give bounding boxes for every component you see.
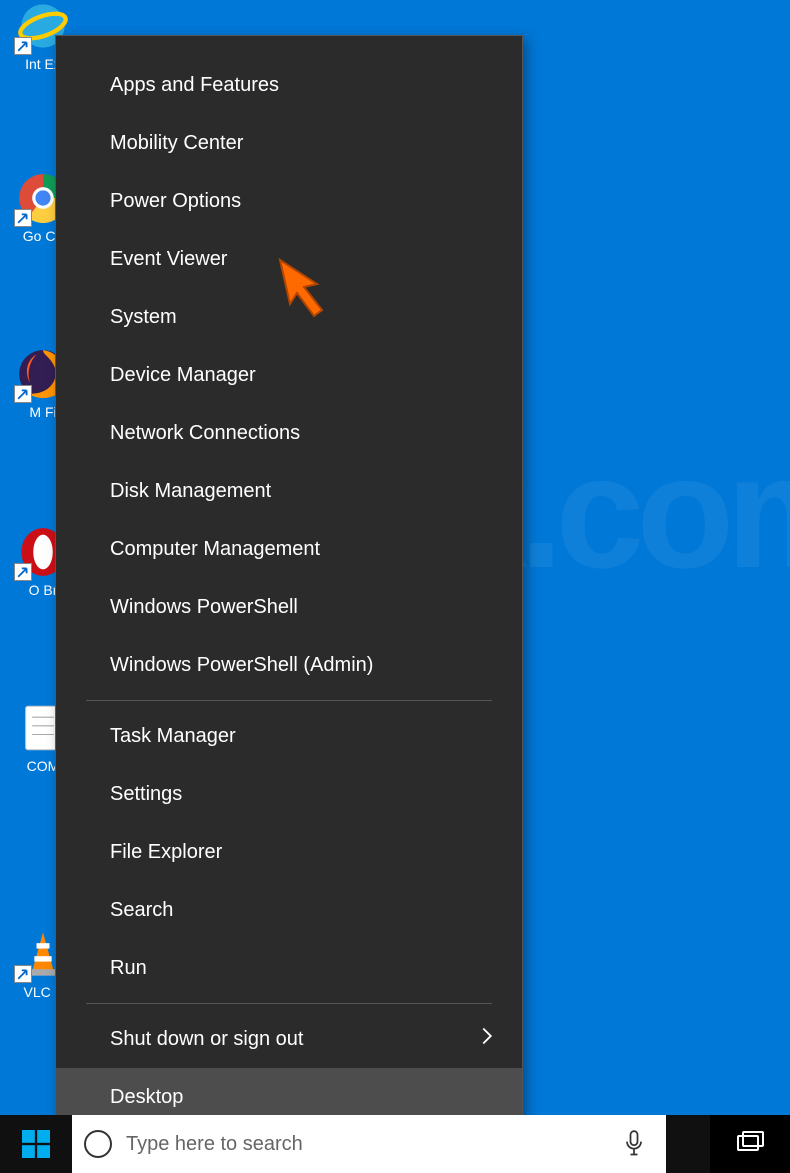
menu-item-label: Settings [110, 783, 182, 806]
menu-item-label: Disk Management [110, 480, 271, 503]
menu-disk-management[interactable]: Disk Management [56, 462, 522, 520]
menu-file-explorer[interactable]: File Explorer [56, 823, 522, 881]
shortcut-arrow-icon [14, 563, 32, 581]
menu-windows-powershell[interactable]: Windows PowerShell [56, 578, 522, 636]
shortcut-arrow-icon [14, 37, 32, 55]
menu-network-connections[interactable]: Network Connections [56, 404, 522, 462]
menu-settings[interactable]: Settings [56, 765, 522, 823]
menu-system[interactable]: System [56, 288, 522, 346]
menu-item-label: Shut down or sign out [110, 1028, 303, 1051]
menu-item-label: Run [110, 957, 147, 980]
shortcut-arrow-icon [14, 209, 32, 227]
shortcut-arrow-icon [14, 965, 32, 983]
menu-item-label: Search [110, 899, 173, 922]
menu-computer-management[interactable]: Computer Management [56, 520, 522, 578]
menu-device-manager[interactable]: Device Manager [56, 346, 522, 404]
winx-context-menu: Apps and Features Mobility Center Power … [55, 35, 523, 1158]
chevron-right-icon [480, 1026, 494, 1052]
taskbar: Type here to search [0, 1115, 790, 1173]
menu-item-label: Power Options [110, 190, 241, 213]
desktop-icon-label: O Br [29, 582, 58, 598]
menu-separator [86, 1003, 492, 1004]
microphone-button[interactable] [602, 1115, 666, 1173]
menu-item-label: Device Manager [110, 364, 256, 387]
menu-item-label: Event Viewer [110, 248, 227, 271]
search-placeholder-text: Type here to search [126, 1133, 303, 1156]
task-view-button[interactable] [710, 1115, 790, 1173]
menu-separator [86, 700, 492, 701]
menu-power-options[interactable]: Power Options [56, 172, 522, 230]
start-button[interactable] [0, 1115, 72, 1173]
menu-item-label: Windows PowerShell (Admin) [110, 654, 373, 677]
menu-item-label: Desktop [110, 1086, 183, 1109]
menu-item-label: Computer Management [110, 538, 320, 561]
cortana-ring-icon [84, 1130, 112, 1158]
menu-apps-and-features[interactable]: Apps and Features [56, 56, 522, 114]
menu-windows-powershell-admin[interactable]: Windows PowerShell (Admin) [56, 636, 522, 694]
desktop-icon-label: M Fi [29, 404, 56, 420]
menu-item-label: Mobility Center [110, 132, 243, 155]
menu-mobility-center[interactable]: Mobility Center [56, 114, 522, 172]
menu-search[interactable]: Search [56, 881, 522, 939]
menu-shut-down-or-sign-out[interactable]: Shut down or sign out [56, 1010, 522, 1068]
windows-logo-icon [22, 1130, 50, 1158]
menu-item-label: Task Manager [110, 725, 236, 748]
menu-event-viewer[interactable]: Event Viewer [56, 230, 522, 288]
task-view-icon [733, 1130, 767, 1158]
menu-item-label: Windows PowerShell [110, 596, 298, 619]
shortcut-arrow-icon [14, 385, 32, 403]
taskbar-search-box[interactable]: Type here to search [72, 1115, 602, 1173]
taskbar-spacer [666, 1115, 710, 1173]
menu-item-label: Apps and Features [110, 74, 279, 97]
menu-item-label: System [110, 306, 177, 329]
menu-item-label: File Explorer [110, 841, 222, 864]
menu-task-manager[interactable]: Task Manager [56, 707, 522, 765]
menu-run[interactable]: Run [56, 939, 522, 997]
menu-item-label: Network Connections [110, 422, 300, 445]
microphone-icon [624, 1130, 644, 1158]
